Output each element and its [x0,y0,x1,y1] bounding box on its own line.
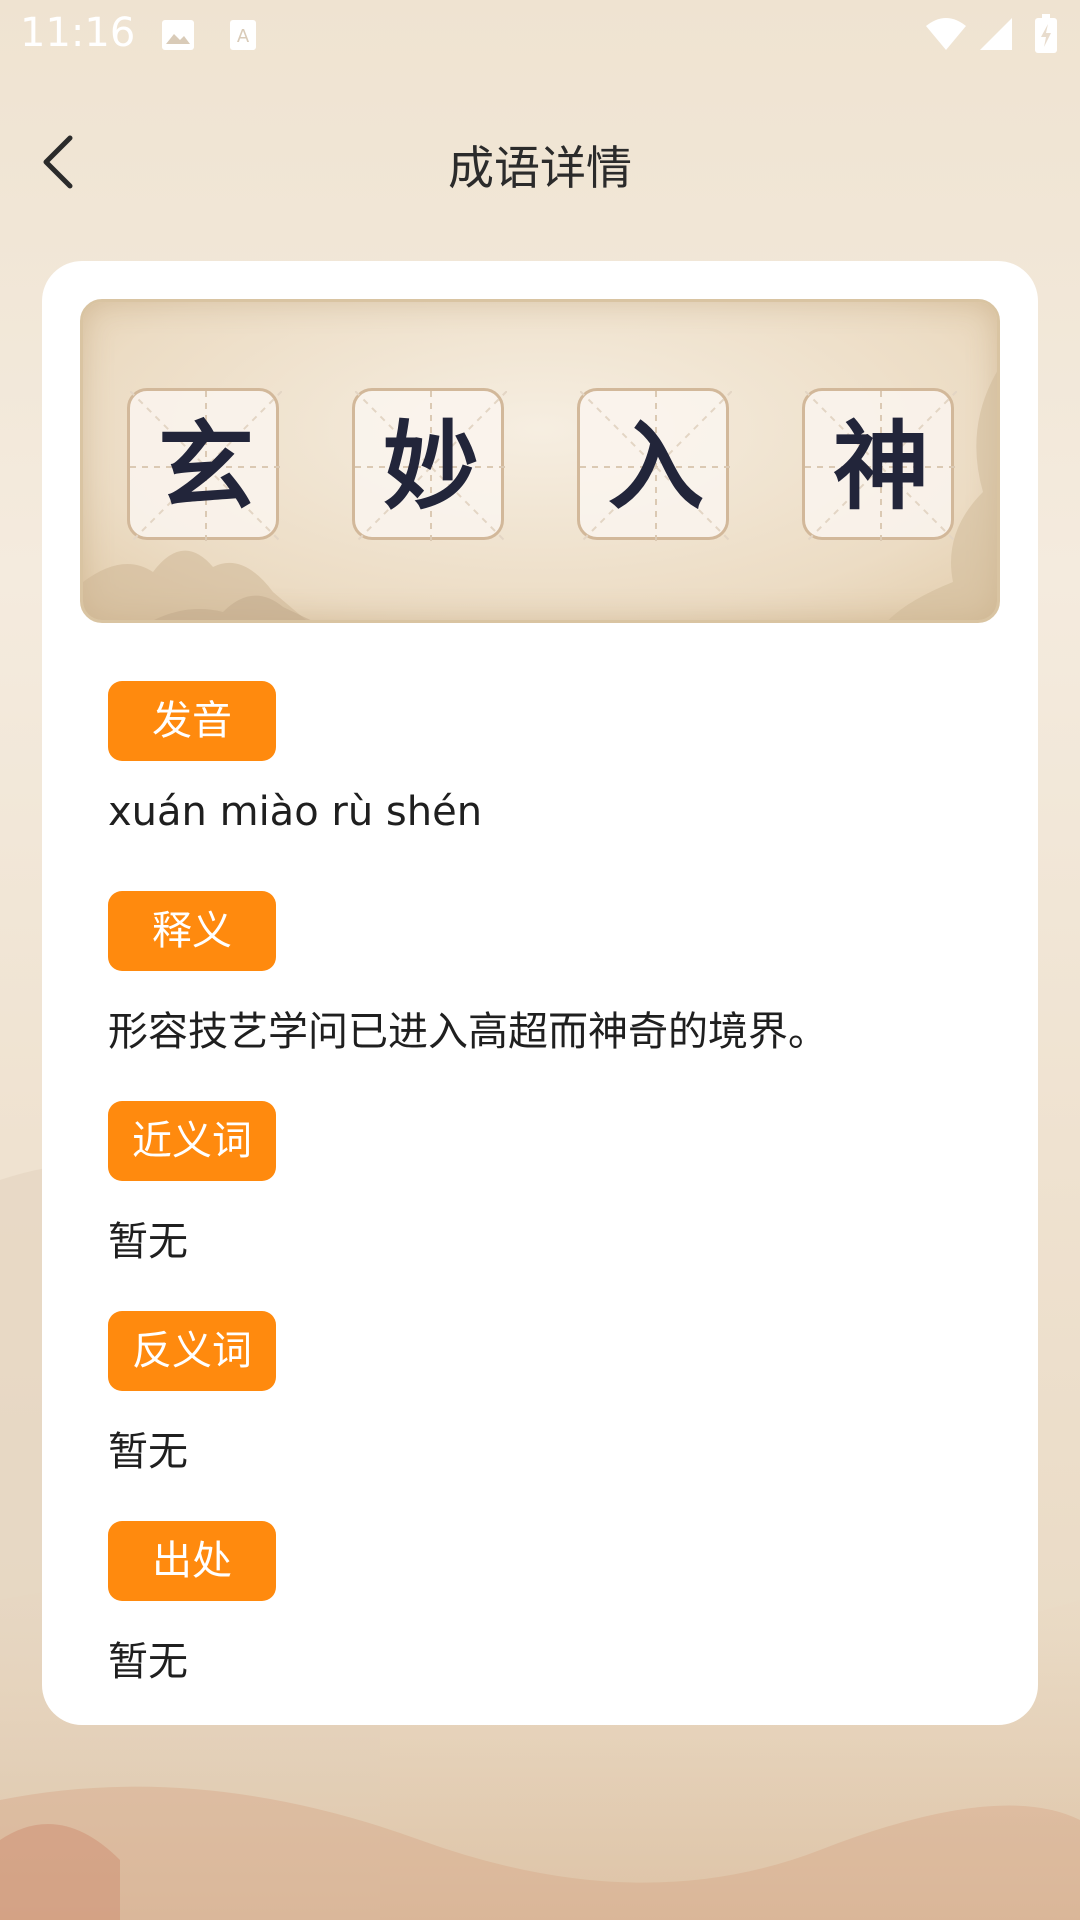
section-content: 暂无 [108,1219,188,1265]
idiom-char-box-4: 神 [802,388,957,543]
idiom-char-box-1: 玄 [127,388,282,543]
signal-icon [980,18,1012,50]
section-synonyms: 近义词 暂无 [108,1101,276,1267]
idiom-detail-card: 玄 妙 入 神 发音 xuán miào rù shén 释义 形容技艺学问已进… [42,261,1038,1725]
section-content: xuán miào rù shén [108,789,483,835]
section-antonyms: 反义词 暂无 [108,1311,276,1477]
section-tag: 出处 [108,1521,276,1601]
idiom-char-box-2: 妙 [352,388,507,543]
top-app-bar: 成语详情 [0,110,1080,210]
section-content: 暂无 [108,1429,188,1475]
section-definition: 释义 形容技艺学问已进入高超而神奇的境界。 [108,891,828,1057]
wifi-icon [926,18,966,50]
idiom-char-box-3: 入 [577,388,732,543]
status-bar: 11:16 A [0,0,1080,72]
image-icon [162,20,194,50]
status-time: 11:16 [20,10,136,56]
section-source: 出处 暂无 [108,1521,276,1687]
section-tag: 释义 [108,891,276,971]
text-a-icon: A [230,20,256,50]
idiom-char: 妙 [383,411,479,523]
idiom-char: 神 [833,411,929,523]
section-tag: 发音 [108,681,276,761]
battery-charging-icon [1035,14,1057,53]
page-title: 成语详情 [448,141,632,195]
idiom-char: 入 [608,411,704,523]
idiom-char: 玄 [158,411,254,523]
idiom-banner: 玄 妙 入 神 [80,299,1000,623]
svg-text:A: A [237,26,250,47]
section-tag: 近义词 [108,1101,276,1181]
section-pronunciation: 发音 xuán miào rù shén [108,681,482,835]
section-content: 暂无 [108,1639,188,1685]
section-content: 形容技艺学问已进入高超而神奇的境界。 [108,1009,828,1055]
section-tag: 反义词 [108,1311,276,1391]
